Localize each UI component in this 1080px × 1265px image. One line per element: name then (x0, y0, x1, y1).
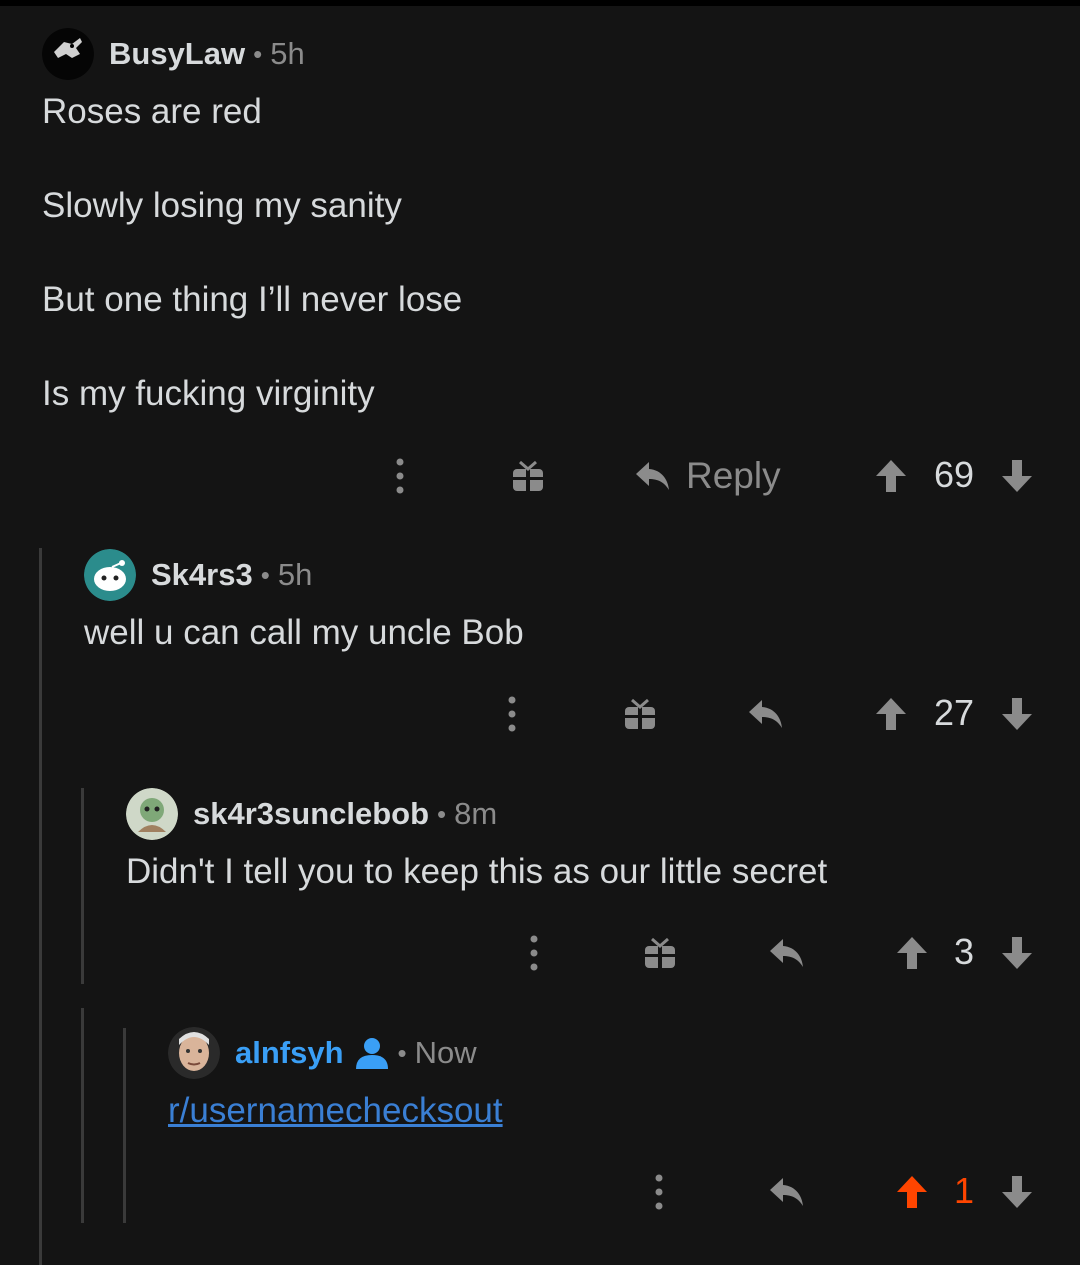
reply-icon (636, 462, 669, 490)
username[interactable]: Sk4rs3 (151, 557, 253, 593)
avatar[interactable] (168, 1027, 220, 1079)
comment-header: sk4r3sunclebob • 8m (126, 788, 497, 840)
top-edge (0, 0, 1080, 6)
comment-body: well u can call my uncle Bob (84, 613, 524, 652)
comment-header: alnfsyh • Now (168, 1027, 477, 1079)
reply-icon[interactable] (746, 684, 786, 744)
upvote-icon[interactable] (893, 1162, 931, 1222)
comment-line: Is my fucking virginity (42, 374, 375, 413)
more-options-icon[interactable] (497, 684, 527, 744)
timestamp: 5h (270, 36, 305, 71)
comment-header: Sk4rs3 • 5h (84, 549, 312, 601)
upvote-icon[interactable] (893, 923, 931, 983)
comment-actions: 3 (0, 923, 1080, 983)
vote-score: 27 (933, 692, 975, 733)
username[interactable]: BusyLaw (109, 36, 245, 72)
comment-header: BusyLaw • 5h (42, 28, 305, 80)
comment-actions: Reply 69 (0, 446, 1080, 506)
separator: • (253, 38, 263, 69)
gift-icon[interactable] (640, 923, 680, 983)
reply-icon[interactable] (767, 1162, 807, 1222)
more-options-icon[interactable] (644, 1162, 674, 1222)
op-user-icon (354, 1037, 390, 1069)
downvote-icon[interactable] (998, 1162, 1036, 1222)
downvote-icon[interactable] (998, 446, 1036, 506)
downvote-icon[interactable] (998, 684, 1036, 744)
comment-body: Didn't I tell you to keep this as our li… (126, 852, 828, 891)
reply-label: Reply (686, 455, 781, 496)
thread-line-level-1[interactable] (39, 548, 42, 1265)
reply-icon[interactable] (767, 923, 807, 983)
vote-score: 69 (933, 454, 975, 495)
avatar[interactable] (84, 549, 136, 601)
reply-button[interactable]: Reply (634, 446, 781, 506)
gift-icon[interactable] (508, 446, 548, 506)
more-options-icon[interactable] (385, 446, 415, 506)
downvote-icon[interactable] (998, 923, 1036, 983)
separator: • (260, 559, 270, 590)
avatar[interactable] (42, 28, 94, 80)
timestamp: Now (414, 1035, 477, 1070)
comment-actions: 27 (0, 684, 1080, 744)
username[interactable]: sk4r3sunclebob (193, 796, 429, 832)
separator: • (437, 798, 447, 829)
comment-line: Roses are red (42, 92, 262, 131)
timestamp: 8m (454, 796, 498, 831)
subreddit-link[interactable]: r/usernamechecksout (168, 1091, 503, 1130)
comment-body: r/usernamechecksout (168, 1091, 503, 1131)
more-options-icon[interactable] (519, 923, 549, 983)
timestamp: 5h (277, 557, 313, 592)
username[interactable]: alnfsyh (235, 1035, 344, 1071)
comment-actions: 1 (0, 1162, 1080, 1222)
upvote-icon[interactable] (872, 684, 910, 744)
vote-score: 1 (953, 1170, 975, 1211)
avatar[interactable] (126, 788, 178, 840)
separator: • (397, 1037, 407, 1068)
comment-line: But one thing I’ll never lose (42, 280, 463, 319)
comment-line: Slowly losing my sanity (42, 186, 402, 225)
upvote-icon[interactable] (872, 446, 910, 506)
vote-score: 3 (953, 931, 975, 972)
gift-icon[interactable] (620, 684, 660, 744)
